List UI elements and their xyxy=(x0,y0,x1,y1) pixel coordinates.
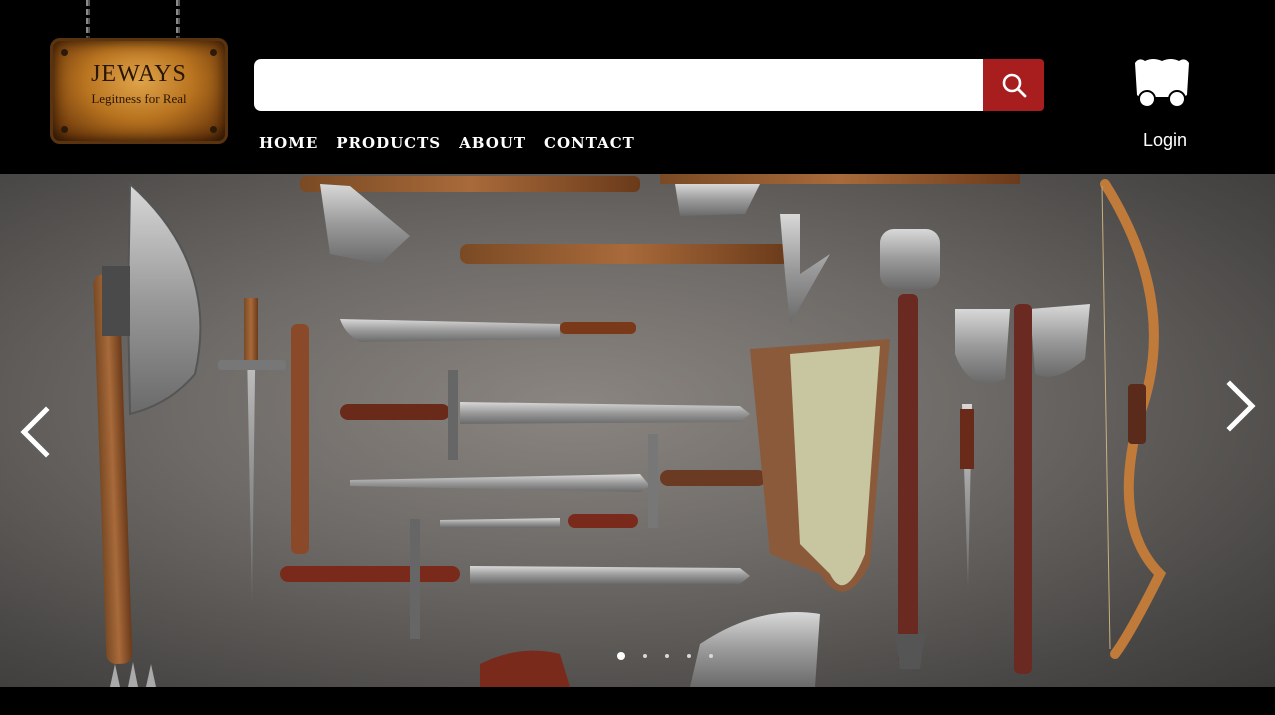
weapons-hero-image xyxy=(93,174,1167,687)
search-icon xyxy=(1002,73,1026,98)
carousel-next-button[interactable] xyxy=(1214,370,1264,440)
wagon-cart-icon xyxy=(1135,59,1189,108)
logo-chain-left xyxy=(86,0,90,42)
chevron-left-icon xyxy=(20,406,50,458)
carousel-dot-4[interactable] xyxy=(687,654,691,658)
bolt-icon xyxy=(210,49,217,56)
page-bottom-strip xyxy=(0,687,1275,715)
carousel-dot-1[interactable] xyxy=(617,652,625,660)
main-nav: HOME PRODUCTS ABOUT CONTACT xyxy=(259,134,653,154)
carousel-dot-2[interactable] xyxy=(643,654,647,658)
search-input[interactable] xyxy=(254,59,983,111)
search-bar xyxy=(254,59,1044,111)
carousel-prev-button[interactable] xyxy=(12,396,62,466)
cart-button[interactable] xyxy=(1131,55,1193,111)
site-header: JEWAYS Legitness for Real HOME PRODUCTS … xyxy=(0,0,1275,174)
hero-carousel xyxy=(0,174,1275,687)
carousel-indicators xyxy=(608,652,722,660)
bolt-icon xyxy=(61,126,68,133)
nav-products[interactable]: PRODUCTS xyxy=(336,134,441,154)
carousel-dot-3[interactable] xyxy=(665,654,669,658)
brand-tagline: Legitness for Real xyxy=(91,91,187,106)
search-button[interactable] xyxy=(983,59,1044,111)
carousel-dot-5[interactable] xyxy=(709,654,713,658)
brand-name: JEWAYS xyxy=(91,61,187,87)
nav-home[interactable]: HOME xyxy=(259,134,318,154)
logo-chain-right xyxy=(176,0,180,42)
login-link[interactable]: Login xyxy=(1128,130,1202,151)
logo-sign[interactable]: JEWAYS Legitness for Real xyxy=(50,38,228,144)
nav-contact[interactable]: CONTACT xyxy=(544,134,635,154)
nav-about[interactable]: ABOUT xyxy=(459,134,526,154)
bolt-icon xyxy=(61,49,68,56)
chevron-right-icon xyxy=(1226,380,1256,432)
bolt-icon xyxy=(210,126,217,133)
